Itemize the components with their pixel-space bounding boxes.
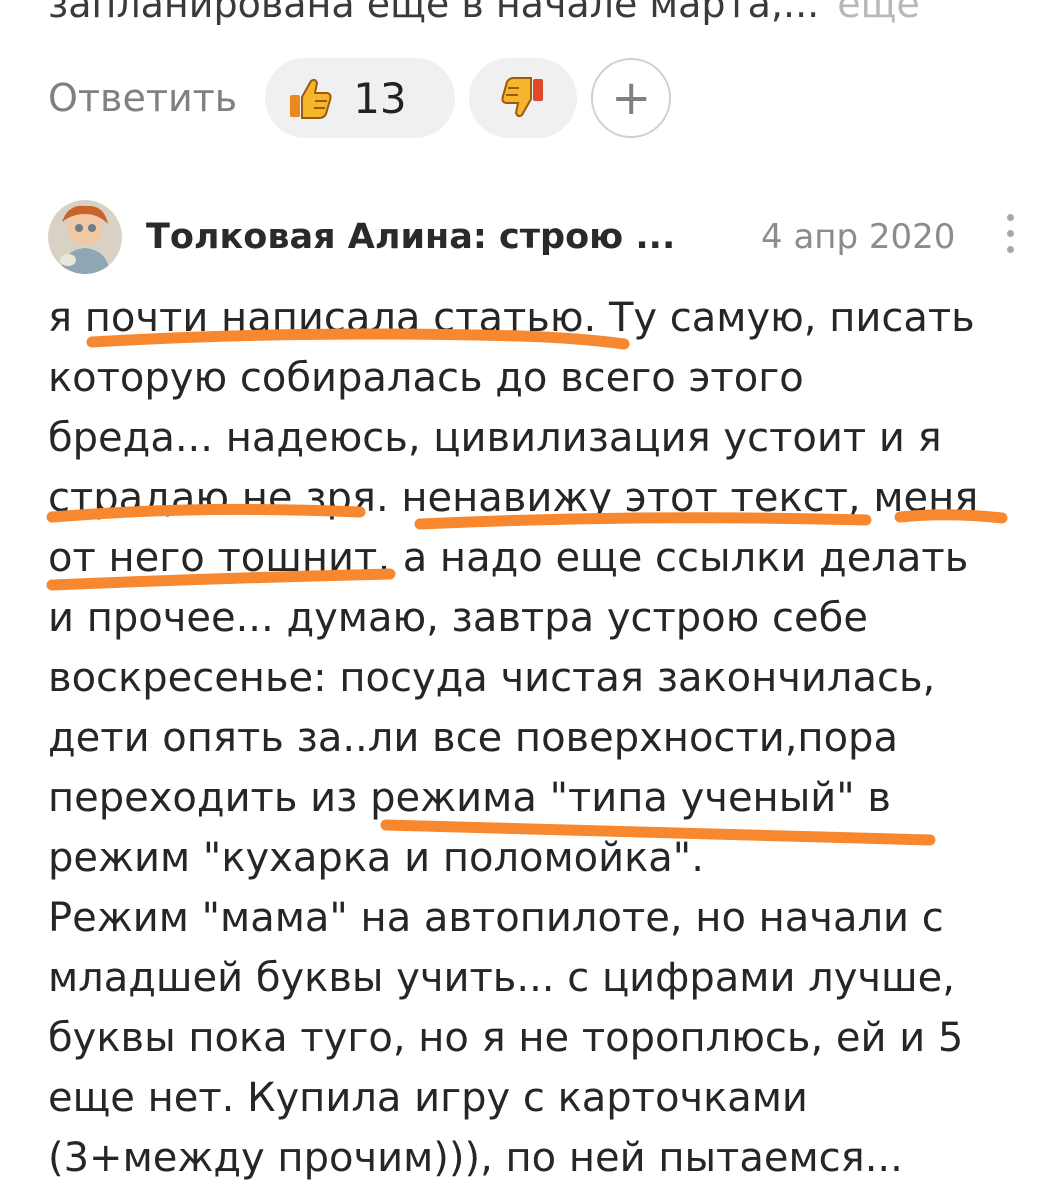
thumbs-up-icon bbox=[290, 78, 332, 119]
comment-line: которую собиралась до всего этого bbox=[48, 355, 804, 401]
previous-comment-text: запланирована еще в начале марта,... bbox=[48, 0, 820, 26]
add-reaction-button[interactable]: + bbox=[591, 58, 672, 138]
comment-line: буквы пока туго, но я не тороплюсь, ей и… bbox=[48, 1015, 964, 1061]
comment-author[interactable]: Толковая Алина: строю ... bbox=[146, 217, 675, 257]
like-button[interactable]: 13 bbox=[265, 58, 456, 138]
comment-line: переходить из режима "типа ученый" в bbox=[48, 775, 891, 821]
thumbs-down-icon bbox=[501, 77, 544, 118]
comment-actions: Ответить 13 + bbox=[48, 58, 672, 138]
comment-date: 4 апр 2020 bbox=[761, 217, 956, 257]
comment-header: Толковая Алина: строю ... 4 апр 2020 bbox=[48, 192, 1023, 282]
previous-comment-tail: запланирована еще в начале марта,... еще bbox=[48, 0, 920, 26]
like-count: 13 bbox=[353, 73, 407, 123]
comment-line: младшей буквы учить... с цифрами лучше, bbox=[48, 955, 955, 1001]
comment-line: от него тошнит, а надо еще ссылки делать bbox=[48, 535, 969, 581]
comment-line: страдаю не зря. ненавижу этот текст, мен… bbox=[48, 475, 979, 521]
comment-line: бреда... надеюсь, цивилизация устоит и я bbox=[48, 415, 942, 461]
reply-button[interactable]: Ответить bbox=[48, 76, 237, 120]
comment-line: еще нет. Купила игру с карточками bbox=[48, 1075, 808, 1121]
comment-line: (3+между прочим))), по ней пытаемся... bbox=[48, 1135, 903, 1181]
comment-line: и прочее... думаю, завтра устрою себе bbox=[48, 595, 868, 641]
comment-line: Режим "мама" на автопилоте, но начали с bbox=[48, 895, 944, 941]
comment-line: режим "кухарка и поломойка". bbox=[48, 835, 704, 881]
more-vertical-icon[interactable] bbox=[1003, 214, 1017, 260]
dislike-button[interactable] bbox=[469, 58, 578, 138]
avatar[interactable] bbox=[48, 200, 122, 274]
comment-line: дети опять за..ли все поверхности,пора bbox=[48, 715, 898, 761]
comment-line: воскресенье: посуда чистая закончилась, bbox=[48, 655, 936, 701]
comment-line: я почти написала статью. Ту самую, писат… bbox=[48, 295, 975, 341]
expand-more-link[interactable]: еще bbox=[837, 0, 920, 26]
comment-body: я почти написала статью. Ту самую, писат… bbox=[48, 288, 1038, 1188]
